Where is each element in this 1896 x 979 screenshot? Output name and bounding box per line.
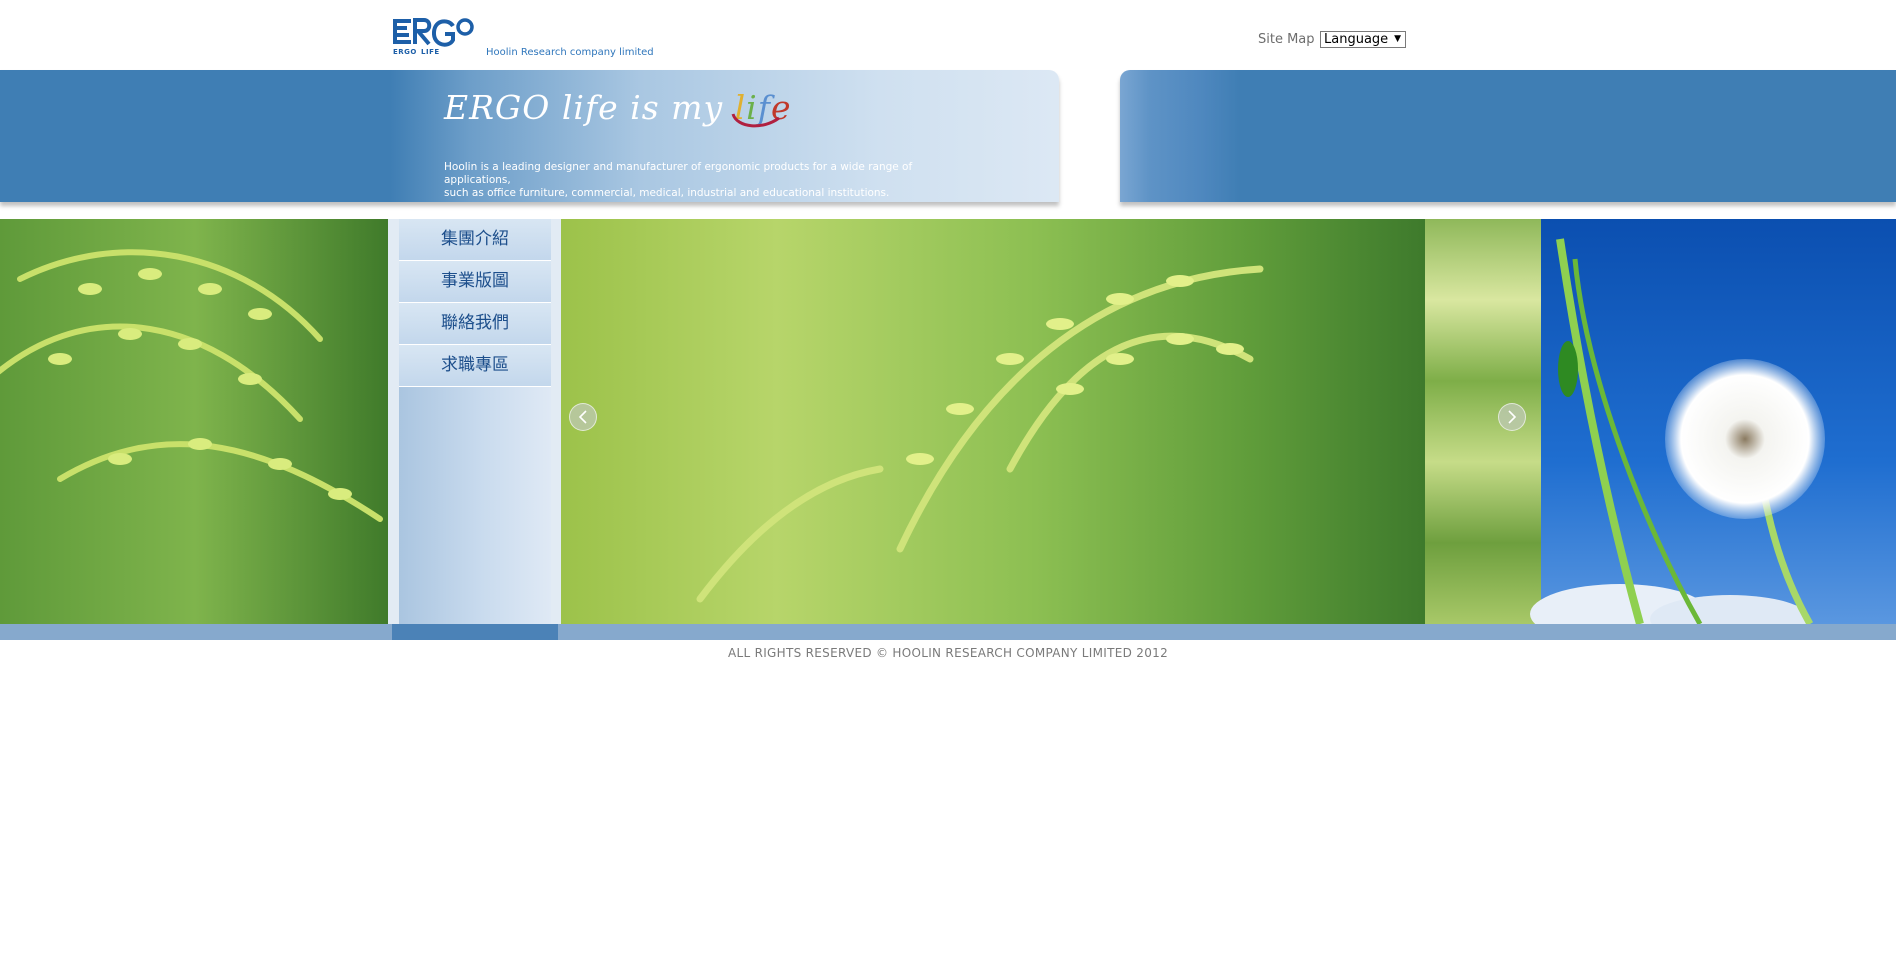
chevron-right-icon: [1508, 410, 1517, 424]
bottom-bar: [0, 624, 1896, 640]
slideshow-next-button[interactable]: [1498, 403, 1526, 431]
slideshow-prev-button[interactable]: [569, 403, 597, 431]
menu-item-careers[interactable]: 求職專區: [399, 345, 551, 387]
dropdown-arrow-icon: ▼: [1394, 34, 1401, 44]
banner-description-line-1: Hoolin is a leading designer and manufac…: [444, 161, 913, 186]
logo-small-life: LIFE: [421, 48, 440, 56]
banner-slogan: ERGO life is my life: [444, 88, 792, 128]
ergo-logo-mark: [393, 18, 474, 47]
menu-item-group-intro[interactable]: 集團介紹: [399, 219, 551, 261]
menu-item-business[interactable]: 事業版圖: [399, 261, 551, 303]
sidebar: 集團介紹 事業版圖 聯絡我們 求職專區: [388, 219, 561, 624]
bottom-bar-accent: [392, 624, 558, 640]
banner-description: Hoolin is a leading designer and manufac…: [444, 161, 964, 200]
site-map-link[interactable]: Site Map: [1258, 32, 1315, 47]
slogan-text: ERGO life is my: [444, 88, 735, 127]
banner-right-panel: [1120, 70, 1896, 202]
chevron-left-icon: [578, 410, 587, 424]
banner-description-line-2: such as office furniture, commercial, me…: [444, 187, 890, 199]
language-select-value: Language: [1324, 32, 1389, 47]
logo-tagline: Hoolin Research company limited: [486, 47, 654, 58]
copyright-text: ALL RIGHTS RESERVED © HOOLIN RESEARCH CO…: [727, 646, 1169, 660]
slogan-life-word: life: [731, 88, 792, 128]
menu-item-contact[interactable]: 聯絡我們: [399, 303, 551, 345]
swoosh-icon: [731, 113, 780, 128]
logo-small-ergo: ERGO: [393, 48, 417, 56]
rice-plant-photo: [0, 219, 1896, 624]
ergo-logo[interactable]: ERGO LIFE Hoolin Research company limite…: [391, 16, 654, 64]
language-select[interactable]: Language ▼: [1320, 31, 1406, 48]
slideshow: [0, 219, 1896, 624]
